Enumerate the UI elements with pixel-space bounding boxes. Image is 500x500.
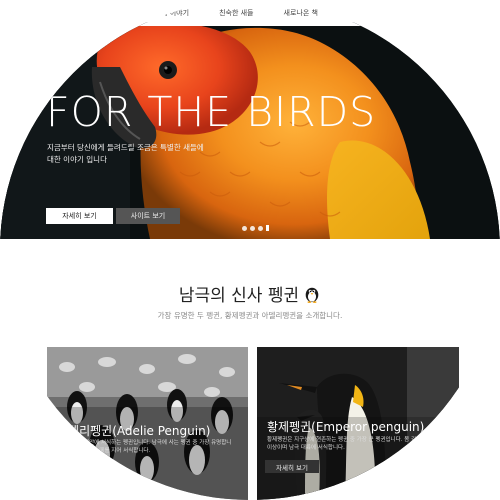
- pager-dot-1[interactable]: [242, 225, 247, 231]
- nav-item-extra[interactable]: c: [348, 9, 352, 17]
- hero-site-button[interactable]: 사이트 보기: [116, 208, 180, 224]
- card-adelie[interactable]: 아델리펭귄(Adelie Penguin) 남극대륙의 해안에 서식하는 펭귄입…: [47, 347, 248, 500]
- section-title-text: 남극의 신사 펭귄: [178, 286, 300, 306]
- hero-detail-button[interactable]: 자세히 보기: [46, 208, 113, 224]
- top-nav: 생태계 이야기 친숙한 새들 새로나온 책 c: [0, 0, 500, 26]
- page-viewport: 생태계 이야기 친숙한 새들 새로나온 책 c FOR THE BIRDS 지금…: [0, 0, 500, 500]
- pager-dot-2[interactable]: [250, 225, 255, 231]
- hero-banner: FOR THE BIRDS 지금부터 당신에게 들려드릴 조금은 특별한 새들에…: [0, 22, 500, 239]
- card-emperor-desc: 황제펭귄은 지구상에 현존하는 펭귄 중 가장 큰 펭귄입니다. 몸 길이 약 …: [267, 437, 439, 451]
- slider-pager: [242, 225, 269, 231]
- section-heading: 남극의 신사 펭귄: [0, 281, 500, 306]
- card-adelie-detail-button[interactable]: 자세히 보기: [57, 461, 111, 474]
- card-emperor-detail-button[interactable]: 자세히 보기: [265, 460, 319, 473]
- section-subtitle: 가장 유명한 두 펭귄, 황제펭귄과 아델리펭귄을 소개합니다.: [157, 311, 343, 320]
- pager-dot-3[interactable]: [258, 225, 263, 231]
- card-adelie-title: 아델리펭귄(Adelie Penguin): [57, 424, 211, 438]
- nav-item-ecosystem[interactable]: 생태계 이야기: [148, 8, 189, 18]
- card-emperor-title: 황제펭귄(Emperor penguin): [267, 420, 425, 434]
- nav-item-familiar-birds[interactable]: 친숙한 새들: [219, 8, 253, 18]
- pager-pause-icon[interactable]: [266, 225, 269, 231]
- penguin-icon: [305, 287, 319, 303]
- hero-subtitle: 지금부터 당신에게 들려드릴 조금은 특별한 새들에 대한 이야기 입니다: [47, 143, 204, 164]
- card-emperor[interactable]: 황제펭귄(Emperor penguin) 황제펭귄은 지구상에 현존하는 펭귄…: [257, 347, 459, 500]
- card-adelie-desc: 남극대륙의 해안에 서식하는 펭귄입니다. 남극에 사는 펭귄 중 가장 유명합…: [57, 440, 232, 454]
- hero-title: FOR THE BIRDS: [46, 88, 377, 136]
- nav-item-new-books[interactable]: 새로나온 책: [284, 8, 318, 18]
